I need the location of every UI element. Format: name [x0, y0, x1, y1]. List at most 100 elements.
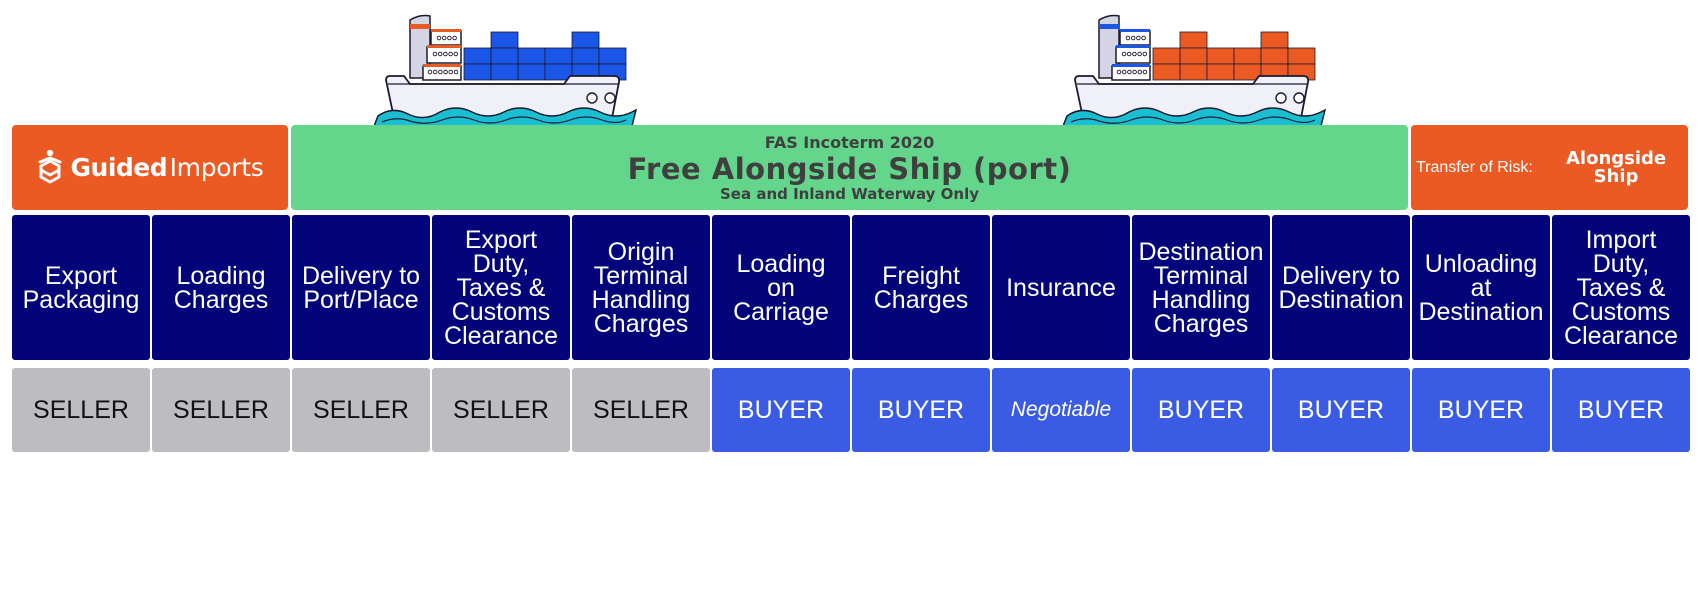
- brand-name-light: Imports: [169, 153, 264, 182]
- cargo-container: [1206, 47, 1235, 65]
- cost-category-line: Charges: [873, 285, 969, 314]
- cargo-container: [1152, 47, 1181, 65]
- cost-category-line: Handling: [591, 285, 691, 314]
- cost-category-line: Destination: [1278, 285, 1404, 314]
- cost-category-cell: Unloading at Destination: [1412, 215, 1550, 360]
- cost-category-line: Export: [464, 225, 538, 254]
- cargo-container: [571, 31, 600, 49]
- buyer-responsibility-cell: BUYER: [1132, 368, 1270, 452]
- cost-category-cell: Loading on Carriage: [712, 215, 850, 360]
- cost-category-cell: Export Duty, Taxes & Customs Clearance: [432, 215, 570, 360]
- buyer-responsibility-cell: BUYER: [1552, 368, 1690, 452]
- cost-category-label: Insurance: [1006, 273, 1116, 302]
- cost-category-line: Import: [1585, 225, 1657, 254]
- cost-category-line: Origin: [607, 237, 675, 266]
- cost-category-cell: Origin Terminal Handling Charges: [572, 215, 710, 360]
- negotiable-responsibility-cell: Negotiable: [992, 368, 1130, 452]
- buyer-responsibility-cell: BUYER: [1272, 368, 1410, 452]
- origin-ship-icon: [374, 14, 638, 127]
- porthole: [604, 92, 616, 104]
- cost-category-line: Handling: [1151, 285, 1251, 314]
- seller-responsibility-cell: SELLER: [12, 368, 150, 452]
- funnel-stripe: [410, 24, 430, 29]
- cost-category-line: Destination: [1418, 297, 1544, 326]
- cost-category-line: Carriage: [733, 297, 829, 326]
- cargo-container: [1260, 47, 1289, 65]
- incoterm-label: FAS Incoterm 2020: [764, 133, 935, 152]
- cost-category-line: Customs: [451, 297, 551, 326]
- cargo-container: [571, 47, 600, 65]
- cost-category-line: Terminal: [1153, 261, 1249, 290]
- cost-category-label: Import Duty, Taxes & Customs Clearance: [1564, 225, 1678, 348]
- cost-category-cell: Import Duty, Taxes & Customs Clearance: [1552, 215, 1690, 360]
- cost-category-label: Loading Charges: [173, 263, 269, 314]
- cargo-container: [517, 63, 546, 81]
- cost-category-cell: Destination Terminal Handling Charges: [1132, 215, 1270, 360]
- cargo-container: [598, 47, 627, 65]
- cost-category-line: Packaging: [22, 285, 140, 314]
- cost-category-line: Duty,: [472, 249, 530, 278]
- buyer-responsibility-cell: BUYER: [852, 368, 990, 452]
- page-title: Free Alongside Ship (port): [627, 152, 1072, 186]
- cost-category-cell: Export Packaging: [12, 215, 150, 360]
- cost-category-line: Unloading: [1424, 249, 1538, 278]
- cost-category-label: Origin Terminal Handling Charges: [591, 237, 691, 338]
- cost-category-line: Clearance: [444, 321, 558, 350]
- funnel-stripe: [1099, 24, 1119, 29]
- cost-category-row: Export Packaging Loading Charges Delivery to…: [12, 215, 1690, 360]
- cargo-container: [1260, 31, 1289, 49]
- seller-responsibility-cell: SELLER: [572, 368, 710, 452]
- cost-category-line: Insurance: [1006, 273, 1116, 302]
- cargo-container: [1179, 31, 1208, 49]
- cargo-container: [463, 63, 492, 81]
- cost-category-label: Export Packaging: [22, 261, 140, 314]
- cost-category-cell: Insurance: [992, 215, 1130, 360]
- cost-category-line: on: [767, 273, 795, 302]
- transfer-of-risk-label: Transfer of Risk:: [1416, 158, 1533, 176]
- cargo-container: [490, 31, 519, 49]
- cost-category-line: Customs: [1571, 297, 1671, 326]
- buyer-responsibility-cell: BUYER: [1412, 368, 1550, 452]
- porthole: [1275, 92, 1287, 104]
- cost-category-label: Delivery to Port/Place: [301, 261, 421, 312]
- cost-category-label: Export Duty, Taxes & Customs Clearance: [444, 225, 558, 350]
- cargo-container: [517, 47, 546, 65]
- cargo-container: [463, 47, 492, 65]
- cargo-container: [544, 47, 573, 65]
- transfer-of-risk-value: Alongside Ship: [1566, 147, 1667, 187]
- cost-category-line: at: [1470, 273, 1492, 302]
- cost-category-line: Destination: [1138, 237, 1264, 266]
- cargo-container: [1179, 47, 1208, 65]
- cost-category-label: Destination Terminal Handling Charges: [1138, 237, 1264, 336]
- cost-category-line: Duty,: [1592, 249, 1650, 278]
- porthole: [1293, 92, 1305, 104]
- cargo-container: [490, 63, 519, 81]
- responsibility-row: SELLER SELLER SELLER SELLER SELLER BUYER BUYER…: [12, 368, 1690, 452]
- risk-value-line: Alongside: [1566, 147, 1667, 169]
- cost-category-cell: Loading Charges: [152, 215, 290, 360]
- cargo-container: [490, 47, 519, 65]
- cost-category-cell: Delivery to Port/Place: [292, 215, 430, 360]
- cost-category-line: Charges: [593, 309, 689, 338]
- cost-category-cell: Freight Charges: [852, 215, 990, 360]
- seller-responsibility-cell: SELLER: [432, 368, 570, 452]
- cost-category-label: Unloading at Destination: [1418, 249, 1544, 326]
- cost-category-cell: Delivery to Destination: [1272, 215, 1410, 360]
- cost-category-line: Export: [44, 261, 118, 290]
- cost-category-label: Freight Charges: [873, 263, 969, 314]
- seller-responsibility-cell: SELLER: [152, 368, 290, 452]
- cargo-container: [1233, 47, 1262, 65]
- cost-category-line: Delivery to: [301, 261, 421, 290]
- cost-category-label: Loading on Carriage: [733, 249, 829, 326]
- brand-name-bold: Guided: [70, 153, 168, 182]
- cost-category-line: Taxes &: [1576, 273, 1666, 302]
- cargo-container: [1152, 63, 1181, 81]
- cargo-container: [1287, 47, 1316, 65]
- incoterm-title-banner: FAS Incoterm 2020 Free Alongside Ship (p…: [291, 125, 1408, 210]
- risk-value-line: Ship: [1593, 165, 1639, 187]
- cost-category-line: Loading: [736, 249, 826, 278]
- cost-category-line: Charges: [173, 285, 269, 314]
- cost-category-line: Delivery to: [1281, 261, 1401, 290]
- brand-logo: Guided Imports: [12, 125, 288, 210]
- transfer-of-risk-box: Transfer of Risk: Alongside Ship: [1411, 125, 1688, 210]
